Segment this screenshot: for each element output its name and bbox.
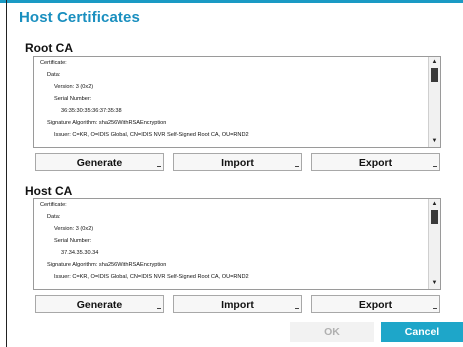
root-ca-scrollbar[interactable]: ▲ ▼	[428, 57, 440, 147]
button-corner-mark	[433, 308, 437, 309]
cert-line: Signature Algorithm: sha256WithRSAEncryp…	[47, 120, 167, 126]
scroll-up-arrow-icon[interactable]: ▲	[430, 58, 439, 67]
cert-line: Serial Number:	[54, 238, 92, 244]
host-ca-scroll-thumb[interactable]	[431, 210, 438, 224]
root-ca-scroll-thumb[interactable]	[431, 68, 438, 82]
top-accent-line	[0, 0, 463, 3]
cert-line: Certificate:	[40, 60, 67, 66]
scroll-down-arrow-icon[interactable]: ▼	[430, 279, 439, 288]
generate-button-label: Generate	[76, 157, 123, 169]
cert-line: Data:	[47, 72, 61, 78]
host-ca-import-button[interactable]: Import	[173, 295, 302, 313]
host-certificates-dialog: Host Certificates Root CA Certificate: D…	[0, 0, 463, 347]
export-button-label: Export	[358, 157, 393, 169]
cert-line: Version: 3 (0x2)	[54, 84, 94, 90]
host-ca-generate-button[interactable]: Generate	[35, 295, 164, 313]
button-corner-mark	[433, 166, 437, 167]
export-button-label: Export	[358, 299, 393, 311]
root-ca-export-button[interactable]: Export	[311, 153, 440, 171]
cert-line: 36:35:30:35:36:37:35:38	[61, 108, 122, 114]
scroll-up-arrow-icon[interactable]: ▲	[430, 200, 439, 209]
root-ca-generate-button[interactable]: Generate	[35, 153, 164, 171]
host-ca-scrollbar[interactable]: ▲ ▼	[428, 199, 440, 289]
ok-button[interactable]: OK	[290, 322, 374, 342]
button-corner-mark	[295, 166, 299, 167]
cert-line: Signature Algorithm: sha256WithRSAEncryp…	[47, 262, 167, 268]
button-corner-mark	[157, 166, 161, 167]
generate-button-label: Generate	[76, 299, 123, 311]
host-ca-export-button[interactable]: Export	[311, 295, 440, 313]
left-border-line	[6, 0, 7, 347]
host-ca-cert-lines: Certificate: Data: Version: 3 (0x2) Seri…	[34, 199, 428, 289]
cancel-button[interactable]: Cancel	[381, 322, 463, 342]
scroll-down-arrow-icon[interactable]: ▼	[430, 137, 439, 146]
host-ca-certificate-text[interactable]: Certificate: Data: Version: 3 (0x2) Seri…	[33, 198, 441, 290]
cert-line: Data:	[47, 214, 61, 220]
import-button-label: Import	[221, 157, 254, 169]
cert-line: Serial Number:	[54, 96, 92, 102]
cert-line: Version: 3 (0x2)	[54, 226, 94, 232]
root-ca-cert-lines: Certificate: Data: Version: 3 (0x2) Seri…	[34, 57, 428, 147]
cert-line: Issuer: C=KR, O=IDIS Global, CN=IDIS NVR…	[54, 132, 249, 138]
root-ca-label: Root CA	[25, 41, 73, 55]
cert-line: Issuer: C=KR, O=IDIS Global, CN=IDIS NVR…	[54, 274, 249, 280]
dialog-title: Host Certificates	[19, 9, 140, 26]
button-corner-mark	[157, 308, 161, 309]
cert-line: 37.34.35.30.34	[61, 250, 99, 256]
import-button-label: Import	[221, 299, 254, 311]
host-ca-label: Host CA	[25, 184, 73, 198]
root-ca-certificate-text[interactable]: Certificate: Data: Version: 3 (0x2) Seri…	[33, 56, 441, 148]
button-corner-mark	[295, 308, 299, 309]
cert-line: Certificate:	[40, 202, 67, 208]
root-ca-import-button[interactable]: Import	[173, 153, 302, 171]
